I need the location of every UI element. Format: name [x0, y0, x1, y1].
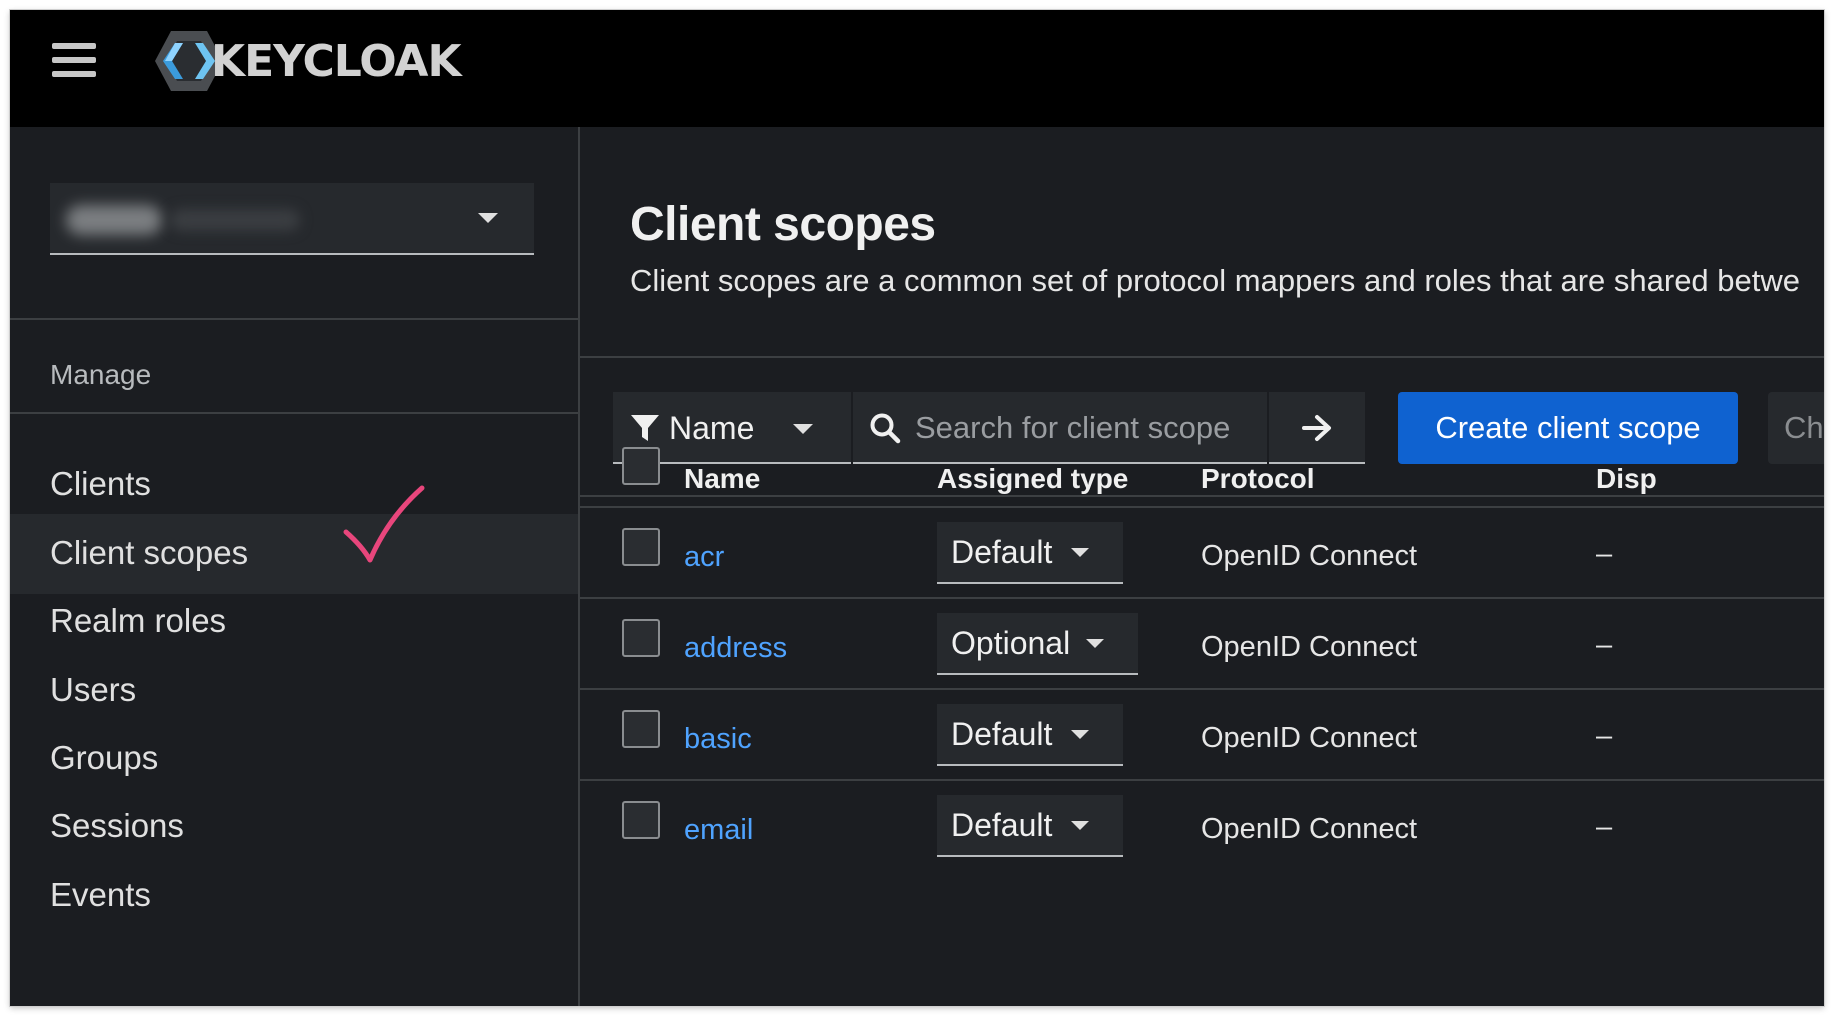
sidebar-section-title: Manage	[50, 359, 152, 390]
assigned-type-select[interactable]: Default	[937, 704, 1123, 766]
caret-down-icon	[1086, 639, 1104, 648]
column-header-assigned-type[interactable]: Assigned type	[937, 463, 1128, 495]
checkmark-annotation	[343, 485, 425, 563]
table-row: basic Default OpenID Connect –	[580, 688, 1824, 779]
client-scope-link[interactable]: basic	[684, 723, 752, 756]
select-all-checkbox[interactable]	[622, 447, 660, 485]
sidebar-item-label: Users	[50, 671, 137, 708]
sidebar-item-clients[interactable]: Clients	[10, 445, 578, 525]
table-row: email Default OpenID Connect –	[580, 779, 1824, 870]
caret-down-icon	[793, 424, 813, 434]
search-box	[853, 392, 1267, 464]
hamburger-icon[interactable]	[48, 37, 104, 83]
protocol-value: OpenID Connect	[1201, 540, 1418, 572]
row-checkbox[interactable]	[622, 528, 660, 566]
realm-name-redacted	[66, 205, 162, 235]
arrow-right-icon	[1302, 415, 1331, 441]
filter-icon	[631, 415, 659, 441]
brand-name: KEYCLOAK	[211, 35, 462, 87]
change-type-button[interactable]: Ch	[1768, 392, 1824, 464]
sidebar-item-events[interactable]: Events	[10, 856, 578, 936]
assigned-type-value: Optional	[951, 625, 1071, 661]
page-title: Client scopes	[630, 198, 936, 251]
search-submit-button[interactable]	[1269, 392, 1365, 464]
realm-selector[interactable]	[50, 183, 534, 255]
column-header-protocol[interactable]: Protocol	[1201, 463, 1315, 495]
client-scope-link[interactable]: address	[684, 632, 787, 665]
sidebar-item-label: Clients	[50, 465, 151, 502]
sidebar-item-sessions[interactable]: Sessions	[10, 787, 578, 867]
protocol-value: OpenID Connect	[1201, 631, 1418, 663]
display-order-value: –	[1596, 720, 1613, 752]
row-checkbox[interactable]	[622, 801, 660, 839]
sidebar-item-label: Events	[50, 876, 151, 913]
assigned-type-value: Default	[951, 716, 1053, 752]
display-order-value: –	[1596, 629, 1613, 661]
sidebar-item-label: Realm roles	[50, 602, 227, 639]
assigned-type-select[interactable]: Default	[937, 795, 1123, 857]
client-scope-link[interactable]: email	[684, 814, 753, 847]
display-order-value: –	[1596, 811, 1613, 843]
caret-down-icon	[1071, 730, 1089, 739]
divider	[10, 412, 578, 414]
row-checkbox[interactable]	[622, 710, 660, 748]
main-content: Client scopes Client scopes are a common…	[580, 127, 1824, 1006]
column-header-display[interactable]: Disp	[1596, 463, 1657, 495]
brand[interactable]: KEYCLOAK	[153, 26, 462, 96]
assigned-type-value: Default	[951, 534, 1053, 570]
caret-down-icon	[478, 213, 498, 223]
search-icon	[870, 413, 901, 444]
sidebar-item-realm-roles[interactable]: Realm roles	[10, 582, 578, 662]
assigned-type-select[interactable]: Default	[937, 522, 1123, 584]
client-scope-link[interactable]: acr	[684, 541, 724, 574]
filter-label: Name	[669, 410, 755, 446]
assigned-type-value: Default	[951, 807, 1053, 843]
sidebar: Manage Clients Client scopes Realm roles…	[10, 127, 580, 1006]
caret-down-icon	[1071, 821, 1089, 830]
masthead: KEYCLOAK	[10, 10, 1824, 127]
protocol-value: OpenID Connect	[1201, 722, 1418, 754]
protocol-value: OpenID Connect	[1201, 813, 1418, 845]
display-order-value: –	[1596, 538, 1613, 570]
create-client-scope-button[interactable]: Create client scope	[1398, 392, 1738, 464]
table-row: acr Default OpenID Connect –	[580, 506, 1824, 597]
sidebar-item-label: Sessions	[50, 807, 184, 844]
column-header-name[interactable]: Name	[684, 463, 760, 495]
assigned-type-select[interactable]: Optional	[937, 613, 1138, 675]
table-row: address Optional OpenID Connect –	[580, 597, 1824, 688]
search-input[interactable]	[915, 406, 1255, 450]
page-description: Client scopes are a common set of protoc…	[630, 263, 1801, 298]
sidebar-item-label: Groups	[50, 739, 159, 776]
divider	[580, 495, 1824, 497]
divider	[10, 318, 578, 320]
caret-down-icon	[1071, 548, 1089, 557]
row-checkbox[interactable]	[622, 619, 660, 657]
app-window: KEYCLOAK Manage Clients Client scopes Re…	[10, 10, 1824, 1006]
divider	[580, 356, 1824, 358]
sidebar-item-label: Client scopes	[50, 534, 249, 571]
realm-name-redacted-secondary	[170, 209, 300, 231]
